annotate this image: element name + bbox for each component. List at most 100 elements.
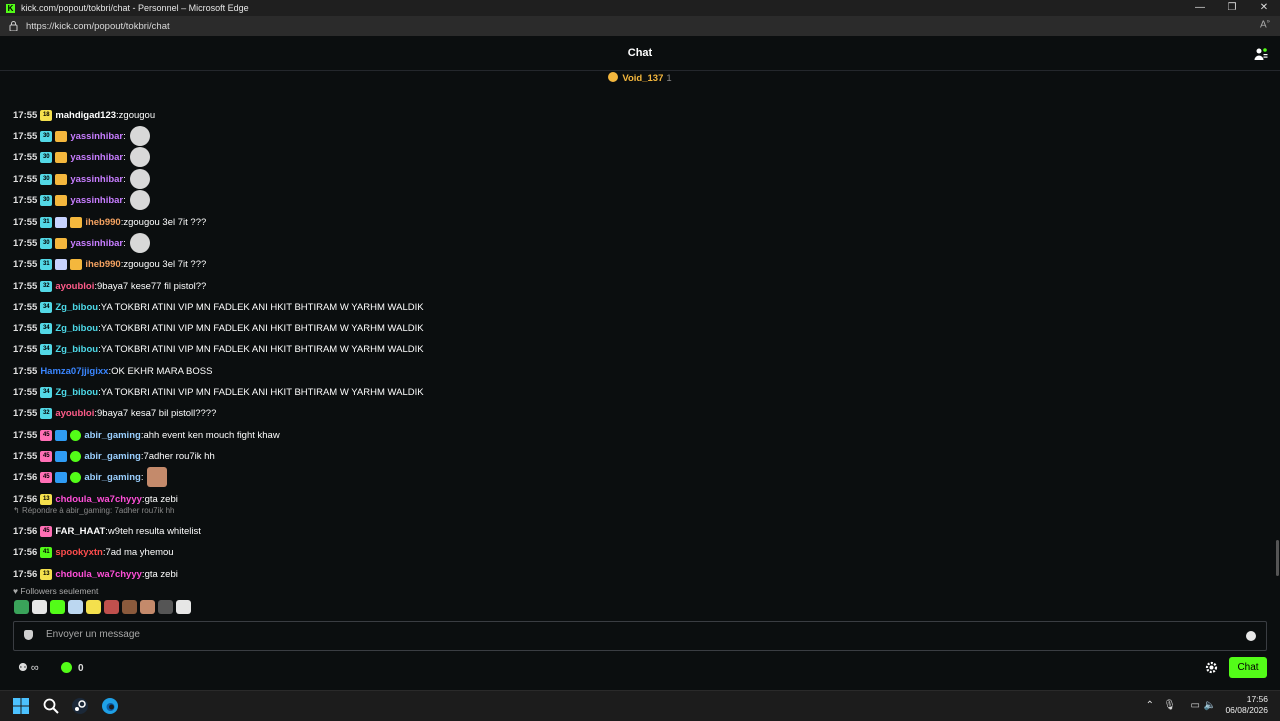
troll-face-emote-icon[interactable] — [129, 147, 150, 167]
crown-badge-icon[interactable] — [55, 151, 68, 163]
face-emote-icon[interactable] — [147, 467, 168, 487]
verified-badge-icon[interactable] — [70, 429, 82, 441]
emote-3-icon[interactable] — [50, 600, 65, 614]
reply-context[interactable]: ↰ Répondre à abir_gaming: 7adher rou7ik … — [13, 506, 174, 515]
gift-badge-icon[interactable] — [55, 216, 68, 228]
troll-face-emote-icon[interactable] — [129, 126, 150, 146]
message-input[interactable] — [44, 628, 1228, 641]
steam-icon[interactable] — [71, 697, 89, 715]
emote-8-icon[interactable] — [140, 600, 155, 614]
restore-button[interactable]: ❐ — [1216, 0, 1248, 16]
subscriber-badge-icon[interactable]: 32 — [40, 407, 53, 419]
message-username[interactable]: chdoula_wa7chyyy — [55, 569, 142, 580]
send-chat-button[interactable]: Chat — [1229, 657, 1267, 678]
message-username[interactable]: iheb990 — [85, 217, 120, 228]
message-username[interactable]: ayoubloi — [55, 408, 94, 419]
emote-5-icon[interactable] — [86, 600, 101, 614]
message-username[interactable]: yassinhibar — [70, 131, 123, 142]
subscriber-badge-icon[interactable]: 34 — [40, 386, 53, 398]
channel-points[interactable]: 0 — [61, 662, 84, 674]
gear-icon[interactable] — [1205, 661, 1218, 674]
verified-badge-icon[interactable] — [70, 471, 82, 483]
crown-badge-icon[interactable] — [55, 130, 68, 142]
top-gifter-name[interactable]: Void_137 — [622, 73, 663, 84]
message-username[interactable]: FAR_HAAT — [55, 526, 105, 537]
troll-face-emote-icon[interactable] — [129, 233, 150, 253]
edge-icon[interactable] — [101, 697, 119, 715]
message-username[interactable]: chdoula_wa7chyyy — [55, 494, 142, 505]
subscriber-badge-icon[interactable]: 30 — [40, 151, 53, 163]
message-username[interactable]: Zg_bibou — [55, 387, 98, 398]
search-icon[interactable] — [42, 697, 60, 715]
troll-face-emote-icon[interactable] — [129, 190, 150, 210]
message-username[interactable]: Zg_bibou — [55, 344, 98, 355]
troll-face-emote-icon[interactable] — [129, 169, 150, 189]
message-username[interactable]: yassinhibar — [70, 238, 123, 249]
subscriber-badge-icon[interactable]: 13 — [40, 568, 53, 580]
message-username[interactable]: Hamza07jjigixx — [40, 366, 108, 377]
message-username[interactable]: yassinhibar — [70, 195, 123, 206]
subscriber-badge-icon[interactable]: 31 — [40, 216, 53, 228]
subscriber-badge-icon[interactable]: 18 — [40, 109, 53, 121]
emote-6-icon[interactable] — [104, 600, 119, 614]
message-username[interactable]: yassinhibar — [70, 152, 123, 163]
message-input-box[interactable] — [13, 621, 1267, 651]
display-icon[interactable]: ▭ — [1191, 700, 1200, 711]
subscriber-badge-icon[interactable]: 45 — [40, 429, 53, 441]
system-clock[interactable]: 17:56 06/08/2026 — [1225, 694, 1268, 716]
windows-start-icon[interactable] — [12, 697, 30, 715]
gift-badge-icon[interactable] — [55, 258, 68, 270]
emote-9-icon[interactable] — [158, 600, 173, 614]
crown-badge-icon[interactable] — [70, 258, 83, 270]
subscriber-badge-icon[interactable]: 41 — [40, 546, 53, 558]
message-username[interactable]: mahdigad123 — [55, 110, 116, 121]
subscriber-badge-icon[interactable]: 30 — [40, 130, 53, 142]
lock-icon[interactable] — [8, 21, 18, 31]
subscriber-badge-icon[interactable]: 45 — [40, 471, 53, 483]
subscriber-badge-icon[interactable]: 34 — [40, 343, 53, 355]
emote-1-icon[interactable] — [14, 600, 29, 614]
subscriber-badge-icon[interactable]: 32 — [40, 280, 53, 292]
subscriber-badge-icon[interactable]: 45 — [40, 525, 53, 537]
subscriber-badge-icon[interactable]: 34 — [40, 322, 53, 334]
emote-4-icon[interactable] — [68, 600, 83, 614]
moderator-sword-icon[interactable] — [55, 429, 68, 441]
message-username[interactable]: spookyxtn — [55, 547, 103, 558]
subscriber-badge-icon[interactable]: 30 — [40, 237, 53, 249]
subscriber-badge-icon[interactable]: 45 — [40, 450, 53, 462]
subscriber-badge-icon[interactable]: 34 — [40, 301, 53, 313]
mute-icon[interactable] — [176, 600, 191, 614]
minimize-button[interactable]: — — [1184, 0, 1216, 16]
crown-badge-icon[interactable] — [70, 216, 83, 228]
address-bar[interactable]: https://kick.com/popout/tokbri/chat A» — [0, 16, 1280, 36]
users-icon[interactable] — [1254, 47, 1268, 61]
emote-7-icon[interactable] — [122, 600, 137, 614]
moderator-sword-icon[interactable] — [55, 450, 68, 462]
message-username[interactable]: iheb990 — [85, 259, 120, 270]
subscriber-badge-icon[interactable]: 13 — [40, 493, 53, 505]
subscriber-badge-icon[interactable]: 31 — [40, 258, 53, 270]
read-aloud-icon[interactable]: A» — [1260, 19, 1270, 30]
emote-2-icon[interactable] — [32, 600, 47, 614]
close-button[interactable]: ✕ — [1248, 0, 1280, 16]
crown-badge-icon[interactable] — [55, 173, 68, 185]
crown-badge-icon[interactable] — [55, 194, 68, 206]
message-username[interactable]: Zg_bibou — [55, 302, 98, 313]
subscriber-badge-icon[interactable]: 30 — [40, 173, 53, 185]
tray-chevron-icon[interactable]: ⌃ — [1146, 700, 1154, 711]
message-username[interactable]: abir_gaming — [84, 472, 141, 483]
top-gifter-bar[interactable]: Void_137 1 — [0, 72, 1280, 90]
crown-badge-icon[interactable] — [55, 237, 68, 249]
moderator-sword-icon[interactable] — [55, 471, 68, 483]
scrollbar[interactable] — [1276, 540, 1279, 576]
microphone-icon[interactable]: 🎙 — [1163, 700, 1176, 711]
subscriber-badge-icon[interactable]: 30 — [40, 194, 53, 206]
volume-icon[interactable]: 🔈 — [1204, 700, 1216, 711]
message-username[interactable]: abir_gaming — [84, 451, 141, 462]
url-text[interactable]: https://kick.com/popout/tokbri/chat — [26, 21, 170, 32]
emoji-picker-icon[interactable] — [1246, 631, 1256, 641]
message-username[interactable]: yassinhibar — [70, 174, 123, 185]
infinity-indicator[interactable]: ⚉ ∞ — [18, 661, 39, 674]
message-username[interactable]: abir_gaming — [84, 430, 141, 441]
message-username[interactable]: Zg_bibou — [55, 323, 98, 334]
